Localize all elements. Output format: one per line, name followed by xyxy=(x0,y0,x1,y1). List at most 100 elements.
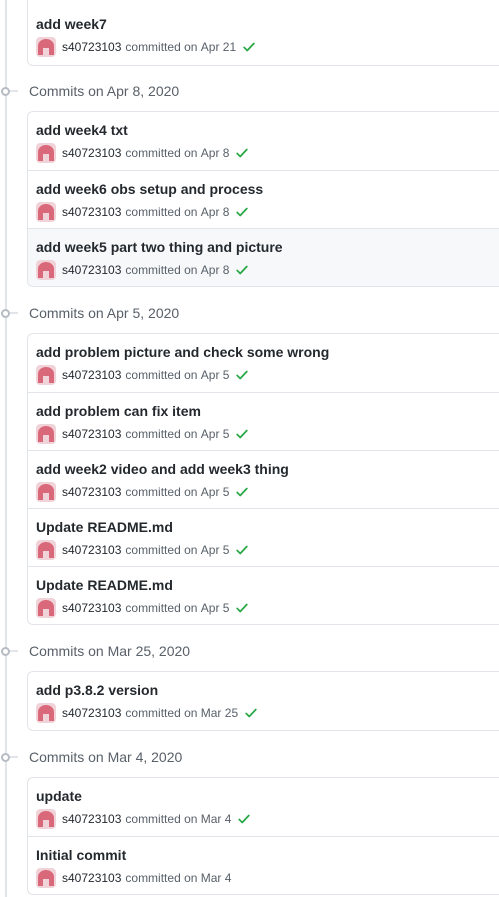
author-link[interactable]: s40723103 xyxy=(62,871,121,885)
commit-action-text: committed on xyxy=(125,871,198,885)
commit-meta: s40723103 committed on Apr 8 xyxy=(36,143,499,163)
commit-message-link[interactable]: Initial commit xyxy=(36,845,499,865)
commit-message-link[interactable]: Update README.md xyxy=(36,517,499,537)
commit-action-text: committed on xyxy=(125,40,198,54)
check-icon[interactable] xyxy=(235,485,249,499)
commit-row: update s40723103 committed on Mar 4 xyxy=(28,778,499,836)
commit-message-link[interactable]: add week7 xyxy=(36,14,499,34)
avatar[interactable] xyxy=(36,868,56,888)
commit-node-icon xyxy=(1,86,10,96)
avatar[interactable] xyxy=(36,540,56,560)
commit-message-link[interactable]: update xyxy=(36,786,499,806)
commit-row: add week7 s40723103 committed on Apr 21 xyxy=(28,0,499,65)
commit-row: Update README.md s40723103 committed on … xyxy=(28,508,499,566)
check-icon[interactable] xyxy=(244,706,258,720)
author-link[interactable]: s40723103 xyxy=(62,485,121,499)
commit-node-icon xyxy=(1,752,10,762)
commit-action-text: committed on xyxy=(125,146,198,160)
commit-group-header: Commits on Apr 8, 2020 xyxy=(0,81,179,101)
commit-action-text: committed on xyxy=(125,368,198,382)
author-link[interactable]: s40723103 xyxy=(62,368,121,382)
commit-date: Mar 4 xyxy=(200,871,232,885)
commit-row: Initial commit s40723103 committed on Ma… xyxy=(28,836,499,894)
commit-date: Apr 5 xyxy=(200,368,230,382)
commit-message-link[interactable]: add problem picture and check some wrong xyxy=(36,342,499,362)
avatar[interactable] xyxy=(36,143,56,163)
check-icon[interactable] xyxy=(242,40,256,54)
commit-meta: s40723103 committed on Apr 5 xyxy=(36,540,499,560)
avatar[interactable] xyxy=(36,482,56,502)
commit-history: add week7 s40723103 committed on Apr 21 … xyxy=(0,0,499,897)
commit-meta: s40723103 committed on Apr 5 xyxy=(36,482,499,502)
commit-action-text: committed on xyxy=(125,543,198,557)
commit-group-header: Commits on Mar 4, 2020 xyxy=(0,747,182,767)
avatar[interactable] xyxy=(36,424,56,444)
check-icon[interactable] xyxy=(235,263,249,277)
avatar[interactable] xyxy=(36,260,56,280)
check-icon[interactable] xyxy=(235,543,249,557)
commit-list: add week4 txt s40723103 committed on Apr… xyxy=(27,111,499,287)
commit-row: add week2 video and add week3 thing s407… xyxy=(28,450,499,508)
commit-date: Apr 5 xyxy=(200,485,230,499)
commit-group-header: Commits on Mar 25, 2020 xyxy=(0,641,190,661)
commit-action-text: committed on xyxy=(125,205,198,219)
commit-meta: s40723103 committed on Apr 8 xyxy=(36,202,499,222)
avatar[interactable] xyxy=(36,809,56,829)
avatar[interactable] xyxy=(36,598,56,618)
commit-action-text: committed on xyxy=(125,812,198,826)
author-link[interactable]: s40723103 xyxy=(62,263,121,277)
author-link[interactable]: s40723103 xyxy=(62,706,121,720)
author-link[interactable]: s40723103 xyxy=(62,601,121,615)
commit-date: Apr 21 xyxy=(200,40,237,54)
commit-group-title: Commits on Apr 5, 2020 xyxy=(29,305,180,321)
commit-date: Apr 5 xyxy=(200,543,230,557)
avatar[interactable] xyxy=(36,202,56,222)
check-icon[interactable] xyxy=(235,205,249,219)
commit-meta: s40723103 committed on Apr 5 xyxy=(36,598,499,618)
author-link[interactable]: s40723103 xyxy=(62,812,121,826)
avatar[interactable] xyxy=(36,703,56,723)
commit-list: add problem picture and check some wrong… xyxy=(27,333,499,625)
author-link[interactable]: s40723103 xyxy=(62,146,121,160)
commit-node-icon xyxy=(1,308,10,318)
author-link[interactable]: s40723103 xyxy=(62,427,121,441)
commit-group-title: Commits on Apr 8, 2020 xyxy=(29,83,180,99)
commit-message-link[interactable]: add week4 txt xyxy=(36,120,499,140)
commit-list: add p3.8.2 version s40723103 committed o… xyxy=(27,671,499,731)
commit-row: add week6 obs setup and process s4072310… xyxy=(28,170,499,228)
commit-row: add problem picture and check some wrong… xyxy=(28,334,499,392)
author-link[interactable]: s40723103 xyxy=(62,543,121,557)
commit-date: Mar 25 xyxy=(200,706,239,720)
commit-message-link[interactable]: add p3.8.2 version xyxy=(36,680,499,700)
commit-date: Apr 5 xyxy=(200,601,230,615)
author-link[interactable]: s40723103 xyxy=(62,40,121,54)
commit-row: add p3.8.2 version s40723103 committed o… xyxy=(28,672,499,730)
commit-action-text: committed on xyxy=(125,706,198,720)
check-icon[interactable] xyxy=(235,146,249,160)
commit-action-text: committed on xyxy=(125,485,198,499)
avatar[interactable] xyxy=(36,365,56,385)
commit-group-title: Commits on Mar 4, 2020 xyxy=(29,749,183,765)
commit-action-text: committed on xyxy=(125,601,198,615)
avatar[interactable] xyxy=(36,37,56,57)
check-icon[interactable] xyxy=(235,368,249,382)
commit-message-link[interactable]: add week6 obs setup and process xyxy=(36,179,499,199)
check-icon[interactable] xyxy=(235,427,249,441)
commit-message-link[interactable]: add problem can fix item xyxy=(36,401,499,421)
commit-node-icon xyxy=(1,646,10,656)
author-link[interactable]: s40723103 xyxy=(62,205,121,219)
commit-meta: s40723103 committed on Mar 25 xyxy=(36,703,499,723)
commit-message-link[interactable]: Update README.md xyxy=(36,575,499,595)
commit-group-header: Commits on Apr 5, 2020 xyxy=(0,303,179,323)
commit-meta: s40723103 committed on Apr 5 xyxy=(36,365,499,385)
commit-row: add problem can fix item s40723103 commi… xyxy=(28,392,499,450)
commit-row: Update README.md s40723103 committed on … xyxy=(28,566,499,624)
commit-date: Apr 8 xyxy=(200,205,230,219)
commit-row: add week5 part two thing and picture s40… xyxy=(28,228,499,286)
check-icon[interactable] xyxy=(237,812,251,826)
commit-message-link[interactable]: add week2 video and add week3 thing xyxy=(36,459,499,479)
commit-message-link[interactable]: add week5 part two thing and picture xyxy=(36,237,499,257)
commit-list: add week7 s40723103 committed on Apr 21 xyxy=(27,0,499,66)
commit-list: update s40723103 committed on Mar 4 Init… xyxy=(27,777,499,895)
check-icon[interactable] xyxy=(235,601,249,615)
